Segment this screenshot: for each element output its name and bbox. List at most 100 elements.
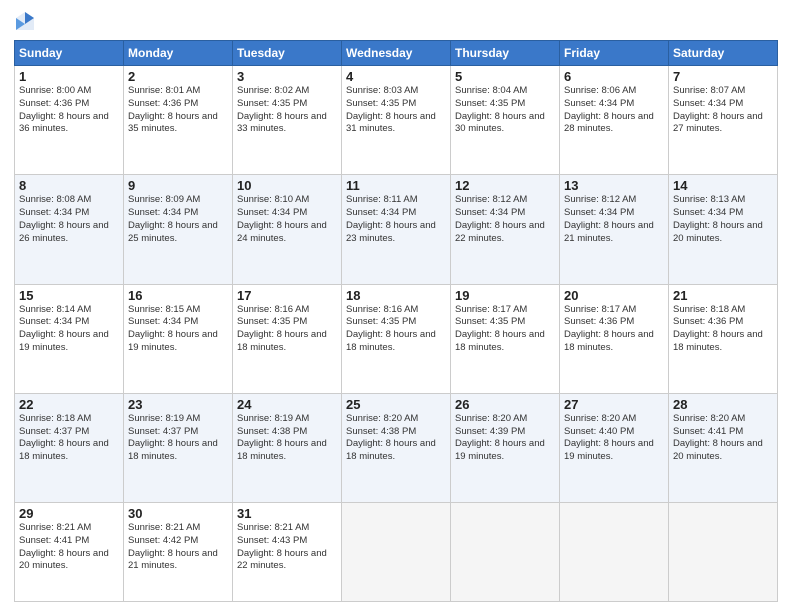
calendar-cell: 20 Sunrise: 8:17 AM Sunset: 4:36 PM Dayl… [560,284,669,393]
sunset-label: Sunset: 4:38 PM [346,426,416,437]
sunrise-label: Sunrise: 8:20 AM [455,413,527,424]
day-number: 22 [19,397,119,412]
weekday-header-monday: Monday [124,41,233,66]
sunrise-label: Sunrise: 8:07 AM [673,85,745,96]
sunset-label: Sunset: 4:39 PM [455,426,525,437]
day-info: Sunrise: 8:18 AM Sunset: 4:37 PM Dayligh… [19,413,119,464]
sunrise-label: Sunrise: 8:10 AM [237,194,309,205]
logo [14,10,38,32]
sunset-label: Sunset: 4:36 PM [19,98,89,109]
daylight-label: Daylight: 8 hours and 20 minutes. [19,548,109,572]
daylight-label: Daylight: 8 hours and 19 minutes. [19,329,109,353]
day-number: 29 [19,506,119,521]
day-number: 19 [455,288,555,303]
sunset-label: Sunset: 4:34 PM [19,316,89,327]
day-number: 11 [346,178,446,193]
sunset-label: Sunset: 4:36 PM [128,98,198,109]
day-number: 21 [673,288,773,303]
day-number: 5 [455,69,555,84]
calendar-week-row: 15 Sunrise: 8:14 AM Sunset: 4:34 PM Dayl… [15,284,778,393]
sunrise-label: Sunrise: 8:00 AM [19,85,91,96]
calendar-cell: 3 Sunrise: 8:02 AM Sunset: 4:35 PM Dayli… [233,66,342,175]
sunrise-label: Sunrise: 8:12 AM [564,194,636,205]
day-number: 9 [128,178,228,193]
sunrise-label: Sunrise: 8:17 AM [564,304,636,315]
day-info: Sunrise: 8:07 AM Sunset: 4:34 PM Dayligh… [673,85,773,136]
calendar-week-row: 29 Sunrise: 8:21 AM Sunset: 4:41 PM Dayl… [15,503,778,602]
day-info: Sunrise: 8:15 AM Sunset: 4:34 PM Dayligh… [128,304,228,355]
calendar-cell [451,503,560,602]
calendar-cell: 26 Sunrise: 8:20 AM Sunset: 4:39 PM Dayl… [451,393,560,502]
day-number: 15 [19,288,119,303]
sunrise-label: Sunrise: 8:15 AM [128,304,200,315]
calendar-cell: 19 Sunrise: 8:17 AM Sunset: 4:35 PM Dayl… [451,284,560,393]
day-number: 23 [128,397,228,412]
day-number: 17 [237,288,337,303]
calendar-cell: 14 Sunrise: 8:13 AM Sunset: 4:34 PM Dayl… [669,175,778,284]
calendar-cell: 23 Sunrise: 8:19 AM Sunset: 4:37 PM Dayl… [124,393,233,502]
calendar-cell: 25 Sunrise: 8:20 AM Sunset: 4:38 PM Dayl… [342,393,451,502]
day-info: Sunrise: 8:19 AM Sunset: 4:38 PM Dayligh… [237,413,337,464]
daylight-label: Daylight: 8 hours and 28 minutes. [564,111,654,135]
sunset-label: Sunset: 4:35 PM [237,98,307,109]
sunset-label: Sunset: 4:40 PM [564,426,634,437]
sunrise-label: Sunrise: 8:20 AM [564,413,636,424]
day-info: Sunrise: 8:21 AM Sunset: 4:43 PM Dayligh… [237,522,337,573]
day-number: 7 [673,69,773,84]
sunset-label: Sunset: 4:34 PM [564,98,634,109]
daylight-label: Daylight: 8 hours and 26 minutes. [19,220,109,244]
calendar-cell: 12 Sunrise: 8:12 AM Sunset: 4:34 PM Dayl… [451,175,560,284]
calendar-cell: 9 Sunrise: 8:09 AM Sunset: 4:34 PM Dayli… [124,175,233,284]
weekday-header-row: SundayMondayTuesdayWednesdayThursdayFrid… [15,41,778,66]
day-number: 28 [673,397,773,412]
day-info: Sunrise: 8:06 AM Sunset: 4:34 PM Dayligh… [564,85,664,136]
day-info: Sunrise: 8:02 AM Sunset: 4:35 PM Dayligh… [237,85,337,136]
weekday-header-thursday: Thursday [451,41,560,66]
calendar-cell: 4 Sunrise: 8:03 AM Sunset: 4:35 PM Dayli… [342,66,451,175]
daylight-label: Daylight: 8 hours and 23 minutes. [346,220,436,244]
day-info: Sunrise: 8:13 AM Sunset: 4:34 PM Dayligh… [673,194,773,245]
sunset-label: Sunset: 4:42 PM [128,535,198,546]
day-number: 4 [346,69,446,84]
daylight-label: Daylight: 8 hours and 21 minutes. [564,220,654,244]
day-info: Sunrise: 8:14 AM Sunset: 4:34 PM Dayligh… [19,304,119,355]
sunrise-label: Sunrise: 8:13 AM [673,194,745,205]
daylight-label: Daylight: 8 hours and 19 minutes. [564,438,654,462]
daylight-label: Daylight: 8 hours and 20 minutes. [673,220,763,244]
sunset-label: Sunset: 4:35 PM [346,98,416,109]
day-info: Sunrise: 8:03 AM Sunset: 4:35 PM Dayligh… [346,85,446,136]
calendar-cell: 7 Sunrise: 8:07 AM Sunset: 4:34 PM Dayli… [669,66,778,175]
daylight-label: Daylight: 8 hours and 21 minutes. [128,548,218,572]
sunrise-label: Sunrise: 8:09 AM [128,194,200,205]
day-number: 1 [19,69,119,84]
sunset-label: Sunset: 4:34 PM [128,207,198,218]
sunset-label: Sunset: 4:41 PM [19,535,89,546]
daylight-label: Daylight: 8 hours and 22 minutes. [237,548,327,572]
day-info: Sunrise: 8:04 AM Sunset: 4:35 PM Dayligh… [455,85,555,136]
calendar-cell [342,503,451,602]
sunrise-label: Sunrise: 8:18 AM [673,304,745,315]
sunrise-label: Sunrise: 8:16 AM [346,304,418,315]
daylight-label: Daylight: 8 hours and 35 minutes. [128,111,218,135]
sunrise-label: Sunrise: 8:21 AM [19,522,91,533]
sunrise-label: Sunrise: 8:21 AM [237,522,309,533]
sunset-label: Sunset: 4:34 PM [237,207,307,218]
calendar-cell: 18 Sunrise: 8:16 AM Sunset: 4:35 PM Dayl… [342,284,451,393]
sunset-label: Sunset: 4:37 PM [19,426,89,437]
daylight-label: Daylight: 8 hours and 25 minutes. [128,220,218,244]
day-info: Sunrise: 8:18 AM Sunset: 4:36 PM Dayligh… [673,304,773,355]
day-info: Sunrise: 8:11 AM Sunset: 4:34 PM Dayligh… [346,194,446,245]
sunrise-label: Sunrise: 8:19 AM [128,413,200,424]
day-number: 31 [237,506,337,521]
calendar-cell: 13 Sunrise: 8:12 AM Sunset: 4:34 PM Dayl… [560,175,669,284]
sunrise-label: Sunrise: 8:18 AM [19,413,91,424]
sunrise-label: Sunrise: 8:08 AM [19,194,91,205]
weekday-header-friday: Friday [560,41,669,66]
daylight-label: Daylight: 8 hours and 18 minutes. [19,438,109,462]
sunrise-label: Sunrise: 8:19 AM [237,413,309,424]
daylight-label: Daylight: 8 hours and 18 minutes. [346,329,436,353]
day-info: Sunrise: 8:17 AM Sunset: 4:36 PM Dayligh… [564,304,664,355]
day-info: Sunrise: 8:20 AM Sunset: 4:41 PM Dayligh… [673,413,773,464]
day-number: 3 [237,69,337,84]
calendar-cell: 31 Sunrise: 8:21 AM Sunset: 4:43 PM Dayl… [233,503,342,602]
